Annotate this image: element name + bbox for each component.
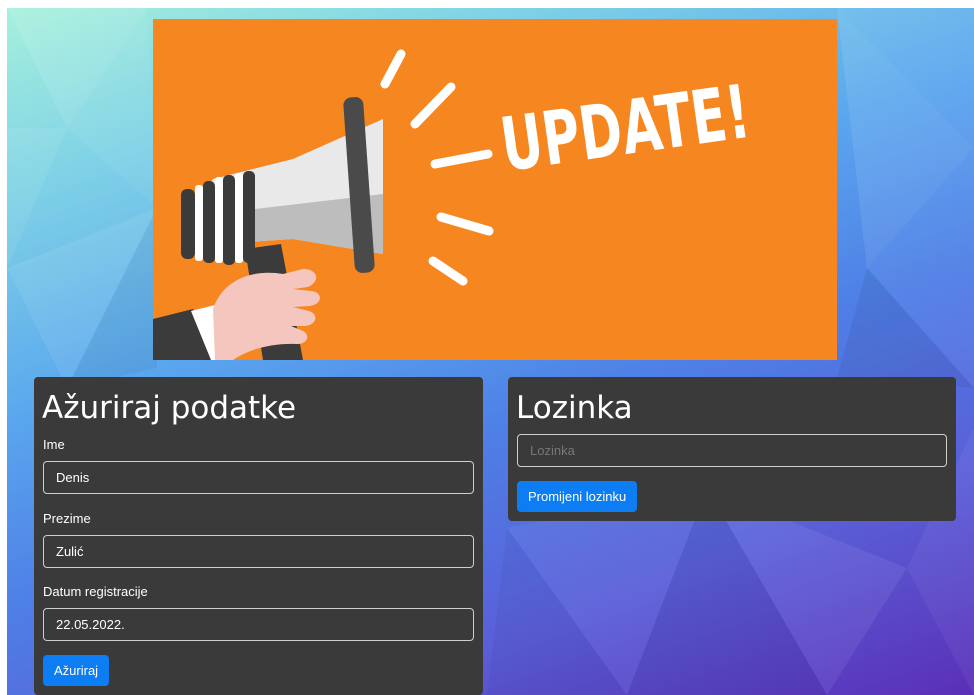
registration-date-input[interactable] (43, 608, 474, 641)
password-input[interactable] (517, 434, 947, 467)
change-password-button[interactable]: Promijeni lozinku (517, 481, 638, 512)
registration-date-label: Datum registracije (43, 584, 148, 599)
password-form-title: Lozinka (516, 390, 633, 426)
profile-update-card: Ažuriraj podatke Ime Prezime Datum regis… (34, 377, 483, 695)
last-name-input[interactable] (43, 535, 474, 568)
banner-text: UPDATE! (496, 69, 756, 189)
update-banner: UPDATE! (153, 19, 837, 360)
megaphone-icon: UPDATE! (153, 49, 756, 360)
last-name-label: Prezime (43, 511, 91, 526)
password-card: Lozinka Promijeni lozinku (508, 377, 956, 521)
update-profile-button[interactable]: Ažuriraj (43, 655, 110, 686)
first-name-input[interactable] (43, 461, 474, 494)
profile-form-title: Ažuriraj podatke (42, 390, 297, 426)
first-name-label: Ime (43, 437, 65, 452)
